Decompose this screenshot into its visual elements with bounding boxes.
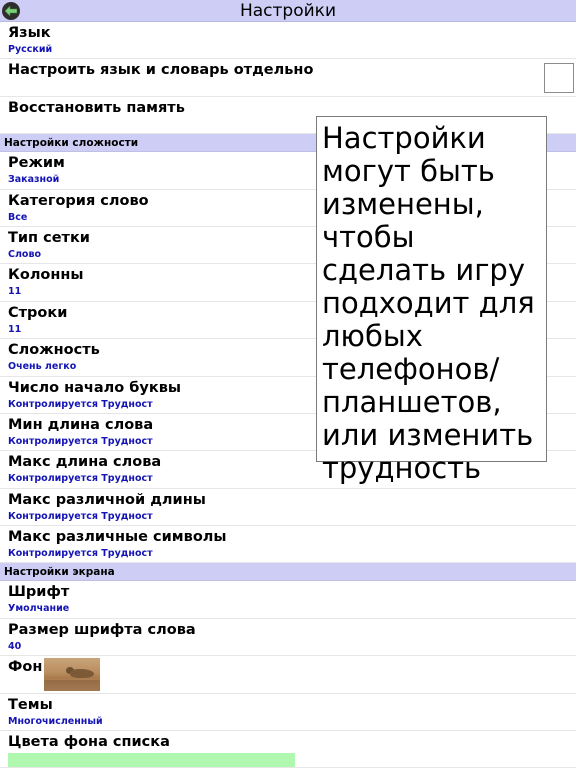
thumbnail-ground	[44, 680, 100, 692]
thumbnail-animal-body	[70, 669, 94, 679]
setting-language[interactable]: Язык Русский	[0, 22, 576, 60]
setting-label: Макс различной длины	[8, 491, 206, 508]
setting-value: Слово	[8, 248, 41, 260]
setting-label: Сложность	[8, 342, 100, 359]
setting-label: Темы	[8, 696, 53, 713]
setting-label: Тип сетки	[8, 229, 90, 246]
setting-value: Контролируется Трудност	[8, 548, 153, 560]
setting-max-distinct-symbols[interactable]: Макс различные символы Контролируется Тр…	[0, 526, 576, 564]
page-title: Настройки	[239, 1, 336, 21]
setting-value: Контролируется Трудност	[8, 435, 153, 447]
setting-value: Все	[8, 211, 28, 223]
setting-value: Многочисленный	[8, 715, 103, 727]
section-screen-header: Настройки экрана	[0, 563, 576, 582]
setting-font[interactable]: Шрифт Умолчание	[0, 581, 576, 619]
setting-label: Категория слово	[8, 192, 149, 209]
setting-themes[interactable]: Темы Многочисленный	[0, 694, 576, 732]
separate-language-checkbox[interactable]	[544, 63, 574, 94]
setting-label: Размер шрифта слова	[8, 621, 196, 638]
title-bar: Настройки	[0, 0, 576, 22]
setting-value: 11	[8, 286, 22, 298]
setting-value: Умолчание	[8, 603, 70, 615]
list-bg-color-swatch[interactable]	[8, 753, 295, 768]
setting-list-bg-color[interactable]: Цвета фона списка	[0, 731, 576, 768]
setting-label: Цвета фона списка	[8, 734, 170, 751]
setting-separate-language[interactable]: Настроить язык и словарь отдельно	[0, 59, 576, 97]
setting-label: Мин длина слова	[8, 416, 154, 433]
setting-label: Настроить язык и словарь отдельно	[8, 62, 314, 79]
help-tooltip: Настройки могут быть изменены, чтобы сде…	[316, 116, 547, 485]
setting-value: Заказной	[8, 174, 60, 186]
setting-value: Контролируется Трудност	[8, 398, 153, 410]
background-thumbnail[interactable]	[44, 658, 100, 692]
setting-value: Контролируется Трудност	[8, 473, 153, 485]
setting-max-distinct-lengths[interactable]: Макс различной длины Контролируется Труд…	[0, 489, 576, 527]
setting-label: Восстановить память	[8, 99, 185, 116]
setting-word-font-size[interactable]: Размер шрифта слова 40	[0, 619, 576, 657]
setting-label: Колонны	[8, 267, 84, 284]
setting-value: Очень легко	[8, 361, 77, 373]
setting-label: Фон	[8, 659, 43, 676]
setting-background[interactable]: Фон	[0, 656, 576, 694]
setting-value: 11	[8, 323, 22, 335]
setting-value: 40	[8, 640, 22, 652]
setting-label: Макс длина слова	[8, 454, 162, 471]
setting-value: Русский	[8, 44, 53, 55]
setting-label: Язык	[8, 25, 51, 41]
setting-label: Число начало буквы	[8, 379, 181, 396]
setting-label: Шрифт	[8, 584, 70, 601]
setting-label: Строки	[8, 304, 68, 321]
setting-label: Режим	[8, 155, 65, 172]
setting-label: Макс различные символы	[8, 529, 227, 546]
setting-value: Контролируется Трудност	[8, 510, 153, 522]
